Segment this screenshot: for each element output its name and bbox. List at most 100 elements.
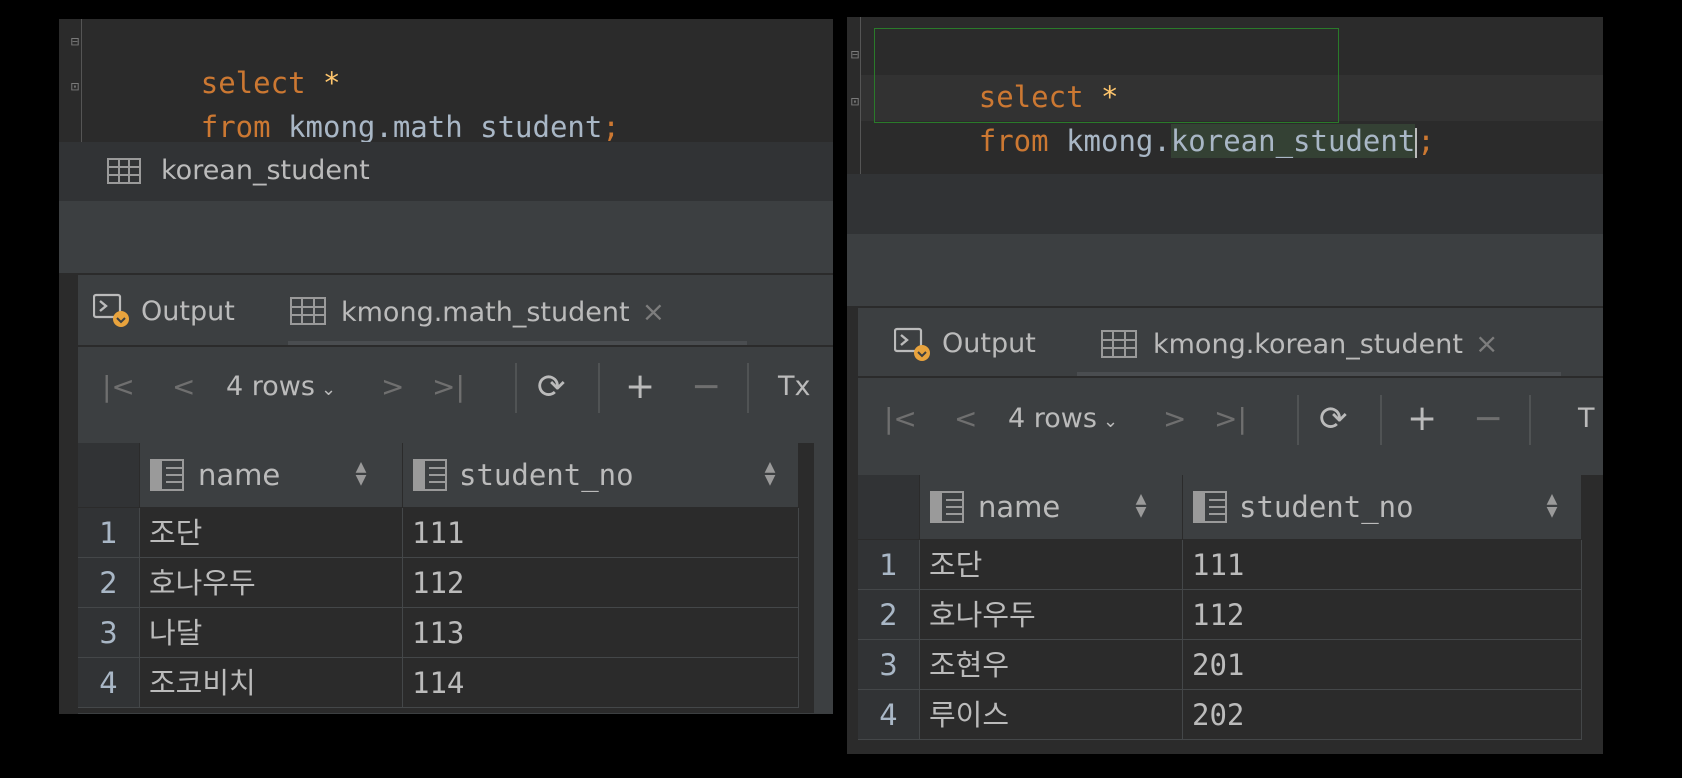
rows-count-label: 4 rows [226,371,315,402]
right-datagrip-window: ⊟ ⊡ select * from kmong.korean_student; … [847,17,1603,754]
column-icon [150,459,184,491]
table-row[interactable]: 4 루이스 202 [858,690,1582,740]
refresh-button[interactable]: ⟳ [537,367,566,407]
close-tab-icon[interactable]: × [1475,327,1498,360]
sql-editor[interactable]: ⊟ ⊡ select * from kmong.korean_student; [847,17,1603,174]
table-row[interactable]: 4 조코비치 114 [78,658,799,708]
toolbar-background [78,345,833,347]
splitter-bar[interactable] [59,201,833,273]
keyword-from: from [200,110,271,144]
column-header-label: name [198,458,281,492]
last-page-button[interactable]: >| [432,367,465,407]
prev-page-button[interactable]: < [172,367,195,407]
table-grid-icon [107,158,141,184]
row-number: 4 [858,690,920,740]
fold-end-icon[interactable]: ⊡ [848,92,862,112]
prev-page-button[interactable]: < [954,399,977,439]
refresh-button[interactable]: ⟳ [1319,399,1348,439]
delete-row-button[interactable]: − [1473,399,1503,439]
toolbar-separator [1297,395,1299,445]
next-page-button[interactable]: > [381,367,404,407]
column-header-student-no[interactable]: student_no ▲ ▼ [1183,475,1582,539]
last-page-button[interactable]: >| [1214,399,1247,439]
cell-student-no[interactable]: 112 [403,558,799,608]
table-row[interactable]: 2 호나우두 112 [858,590,1582,640]
add-row-button[interactable]: + [625,367,655,407]
sort-arrows-icon[interactable]: ▲ ▼ [1134,492,1148,519]
tab-kmong-math-student[interactable]: kmong.math_student × [341,295,665,330]
cell-name[interactable]: 나달 [140,608,403,658]
column-header-name[interactable]: name ▲ ▼ [920,475,1183,539]
next-page-button[interactable]: > [1163,399,1186,439]
tab-kmong-korean-student-label: kmong.korean_student [1153,329,1463,360]
console-tab-label[interactable]: korean_student [161,156,370,186]
tab-kmong-korean-student[interactable]: kmong.korean_student × [1153,327,1498,362]
chevron-down-icon: ⌄ [320,379,337,400]
cell-name[interactable]: 조현우 [920,640,1183,690]
rows-count-dropdown[interactable]: 4 rows ⌄ [226,367,336,410]
rows-count-dropdown[interactable]: 4 rows ⌄ [1008,399,1118,442]
sort-arrows-icon[interactable]: ▲ ▼ [1545,492,1559,519]
tab-output[interactable]: Output [141,295,235,329]
cell-name[interactable]: 호나우두 [920,590,1183,640]
fold-end-icon[interactable]: ⊡ [68,77,82,97]
cell-name[interactable]: 호나우두 [140,558,403,608]
row-number: 3 [858,640,920,690]
cell-student-no[interactable]: 201 [1183,640,1582,690]
cell-student-no[interactable]: 112 [1183,590,1582,640]
cell-student-no[interactable]: 111 [403,508,799,558]
row-number: 3 [78,608,140,658]
toolbar-separator [747,363,749,413]
table-row[interactable]: 1 조단 111 [858,540,1582,590]
table-row[interactable]: 3 나달 113 [78,608,799,658]
cell-student-no[interactable]: 113 [403,608,799,658]
cell-name[interactable]: 조단 [920,540,1183,590]
row-number-header [78,443,140,507]
transaction-mode-dropdown[interactable]: T [1578,399,1595,439]
first-page-button[interactable]: |< [102,367,135,407]
table-header: name ▲ ▼ student_no ▲ ▼ [858,475,1603,540]
rows-count-label: 4 rows [1008,403,1097,434]
cell-student-no[interactable]: 202 [1183,690,1582,740]
schema-reference: kmong. [1066,124,1171,158]
column-icon [1193,491,1227,523]
table-row[interactable]: 2 호나우두 112 [78,558,799,608]
sort-arrows-icon[interactable]: ▲ ▼ [763,460,777,487]
table-row[interactable]: 1 조단 111 [78,508,799,558]
results-toolbar: |< < 4 rows ⌄ > >| ⟳ + − T [858,395,1603,459]
close-tab-icon[interactable]: × [642,295,665,328]
code-line-2[interactable]: from kmong.math_student; [96,67,620,144]
cell-name[interactable]: 조코비치 [140,658,403,708]
splitter-bar[interactable] [847,234,1603,306]
chevron-down-icon: ⌄ [1102,411,1119,432]
sql-editor[interactable]: ⊟ ⊡ select * from kmong.math_student; [59,19,833,144]
fold-start-icon[interactable]: ⊟ [848,45,862,65]
cell-student-no[interactable]: 111 [1183,540,1582,590]
toolbar-separator [598,363,600,413]
header-scroll-spacer [799,443,814,507]
semicolon: ; [1417,124,1435,158]
first-page-button[interactable]: |< [884,399,917,439]
row-number: 2 [78,558,140,608]
table-grid-icon [1101,330,1137,358]
code-line-1[interactable]: select * [96,23,341,100]
cell-name[interactable]: 루이스 [920,690,1183,740]
fold-start-icon[interactable]: ⊟ [68,32,82,52]
column-header-student-no[interactable]: student_no ▲ ▼ [403,443,799,507]
toolbar-separator [1529,395,1531,445]
cell-name[interactable]: 조단 [140,508,403,558]
add-row-button[interactable]: + [1407,399,1437,439]
results-pane: Output kmong.math_student × |< < 4 rows ⌄ … [78,275,833,714]
tab-output[interactable]: Output [942,327,1036,361]
column-header-name[interactable]: name ▲ ▼ [140,443,403,507]
cell-student-no[interactable]: 114 [403,658,799,708]
keyword-from: from [978,124,1049,158]
table-row[interactable]: 3 조현우 201 [858,640,1582,690]
console-tab-strip: korean_student [59,142,833,201]
transaction-mode-dropdown[interactable]: Tx [778,367,810,407]
row-number: 1 [78,508,140,558]
sort-arrows-icon[interactable]: ▲ ▼ [354,460,368,487]
column-icon [930,491,964,523]
selection-highlight [874,28,1339,123]
delete-row-button[interactable]: − [691,367,721,407]
